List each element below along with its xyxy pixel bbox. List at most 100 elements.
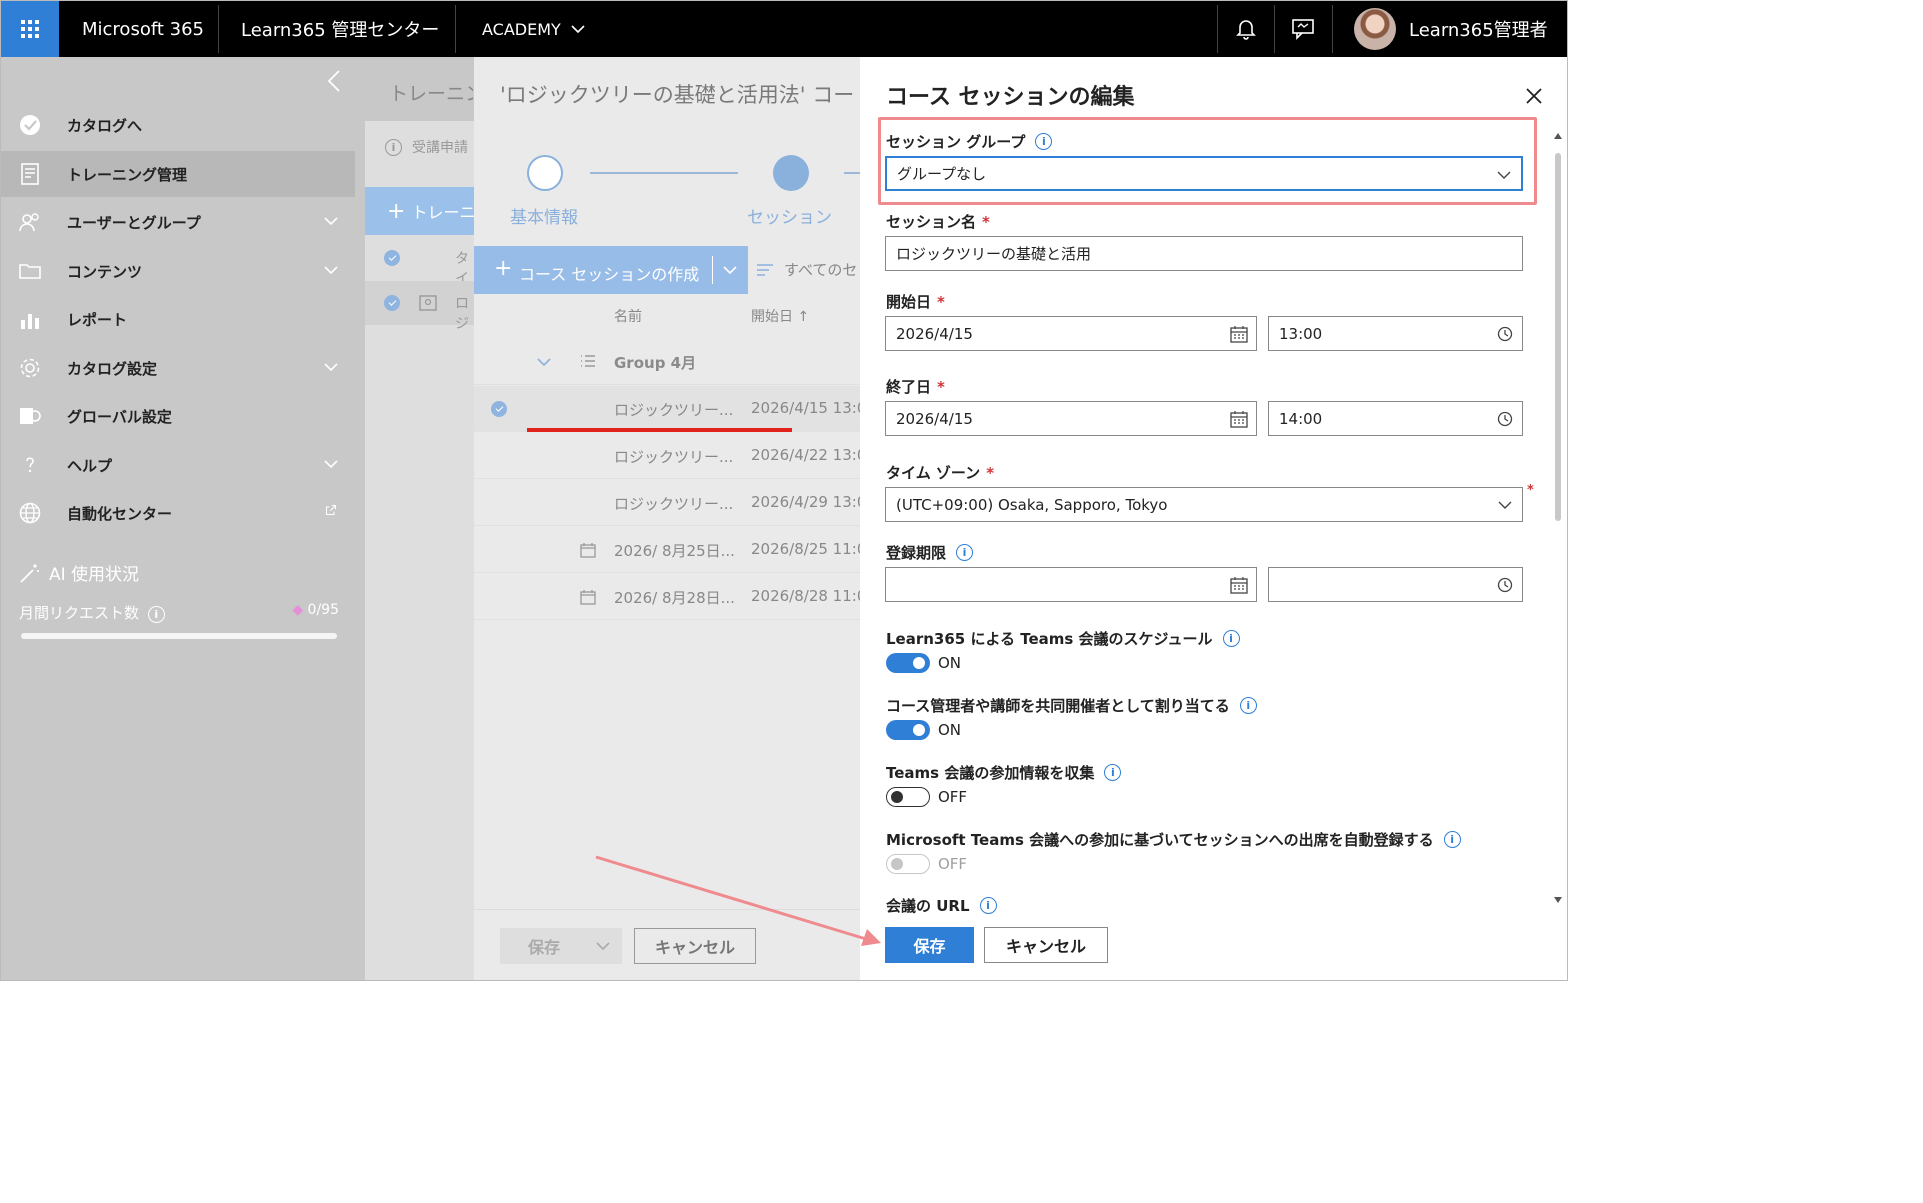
sidebar-item-help[interactable]: ヘルプ [1, 442, 355, 488]
sidebar-item-automation[interactable]: 自動化センター [1, 490, 355, 536]
tenant-name: ACADEMY [482, 19, 561, 39]
view-filter[interactable]: すべてのセ [756, 259, 858, 280]
sidebar-item-training[interactable]: トレーニング管理 [1, 151, 355, 197]
info-icon[interactable]: i [1443, 831, 1461, 848]
clock-icon[interactable] [1496, 576, 1514, 594]
chevron-down-icon[interactable] [596, 941, 610, 951]
divider [218, 5, 219, 53]
row-title: ロジ [455, 296, 469, 332]
table-row[interactable]: ロジックツリー... 2026/4/15 13:00 [474, 386, 876, 432]
wizard-cancel-button[interactable]: キャンセル [634, 928, 756, 964]
table-row[interactable]: ロジ [365, 281, 474, 332]
feedback-icon [1292, 19, 1314, 40]
required-mark: * [937, 292, 945, 311]
group-list-icon [581, 355, 595, 367]
session-start: 2026/8/28 11:00 [751, 587, 876, 605]
info-icon[interactable]: i [1239, 697, 1257, 714]
teams-schedule-toggle[interactable] [886, 653, 930, 673]
row-checkbox[interactable] [491, 401, 507, 417]
column-header-start[interactable]: 開始日 ↑ [751, 306, 809, 326]
step-connector [844, 172, 860, 174]
cancel-button[interactable]: キャンセル [984, 927, 1108, 963]
timezone-value: (UTC+09:00) Osaka, Sapporo, Tokyo [896, 495, 1168, 514]
app-launcher-icon[interactable] [1, 1, 59, 57]
chevron-down-icon [1498, 501, 1512, 509]
session-name: ロジックツリー... [614, 401, 734, 419]
meeting-url-label-text: 会議の URL [886, 897, 970, 915]
gem-icon: ◆ [292, 602, 304, 618]
table-row[interactable]: 2026/ 8月28日... 2026/8/28 11:00 [474, 574, 876, 620]
sidebar-item-users[interactable]: ユーザーとグループ [1, 199, 355, 245]
chevron-down-icon[interactable] [723, 265, 737, 275]
toggle-knob [891, 857, 903, 870]
timezone-select[interactable]: (UTC+09:00) Osaka, Sapporo, Tokyo [885, 487, 1523, 522]
session-name-input[interactable]: ロジックツリーの基礎と活用 [885, 236, 1523, 271]
calendar-icon[interactable] [1230, 576, 1248, 594]
info-icon[interactable]: i [1035, 133, 1053, 150]
chevron-down-icon [324, 266, 338, 275]
info-icon[interactable]: i [1222, 630, 1240, 647]
session-name: 2026/ 8月28日... [614, 589, 735, 607]
start-date-input[interactable]: 2026/4/15 [885, 316, 1257, 351]
chevron-down-icon[interactable] [536, 356, 552, 368]
app-title[interactable]: Learn365 管理センター [241, 1, 439, 57]
clock-icon[interactable] [1496, 325, 1514, 343]
classroom-icon [419, 295, 437, 311]
sidebar-item-label: カタログ設定 [67, 359, 158, 378]
step-session-label[interactable]: セッション [747, 203, 832, 228]
panel-scrollbar[interactable] [1552, 129, 1564, 909]
notifications-button[interactable] [1218, 1, 1274, 57]
collapse-sidebar-icon[interactable] [325, 69, 343, 93]
toggle-label-text: Microsoft Teams 会議への参加に基づいてセッションへの出席を自動登… [886, 831, 1434, 849]
calendar-icon[interactable] [1230, 410, 1248, 428]
info-icon[interactable]: i [1104, 764, 1122, 781]
sidebar-item-reports[interactable]: レポート [1, 296, 355, 342]
info-banner-text: 受講申請 [412, 140, 468, 156]
group-row[interactable]: Group 4月 [474, 339, 860, 385]
session-group-select[interactable]: グループなし [885, 156, 1523, 191]
avatar[interactable] [1354, 8, 1396, 50]
step-session-indicator[interactable] [773, 155, 809, 191]
calendar-icon[interactable] [1230, 325, 1248, 343]
info-icon[interactable]: i [147, 606, 165, 623]
step-basic-info-label[interactable]: 基本情報 [510, 203, 578, 228]
table-row[interactable]: ロジックツリー... 2026/4/22 13:00 [474, 433, 876, 479]
sidebar-item-catalog-settings[interactable]: カタログ設定 [1, 345, 355, 391]
table-row[interactable]: ロジックツリー... 2026/4/29 13:00 [474, 480, 876, 526]
save-button[interactable]: 保存 [885, 927, 974, 963]
add-training-button[interactable]: + トレーニ [365, 187, 474, 235]
wizard-save-button[interactable]: 保存 [500, 928, 622, 964]
start-time-input[interactable]: 13:00 [1268, 316, 1523, 351]
attendance-info-toggle[interactable] [886, 787, 930, 807]
sidebar-item-label: グローバル設定 [67, 407, 172, 426]
sidebar-item-content[interactable]: コンテンツ [1, 248, 355, 294]
close-icon[interactable] [1523, 85, 1545, 107]
column-header-name[interactable]: 名前 [614, 306, 642, 326]
clock-icon[interactable] [1496, 410, 1514, 428]
create-session-button[interactable]: + コース セッションの作成 [474, 246, 748, 294]
feedback-button[interactable] [1275, 1, 1331, 57]
info-icon[interactable]: i [979, 897, 997, 914]
user-name[interactable]: Learn365管理者 [1409, 1, 1548, 57]
end-date-input[interactable]: 2026/4/15 [885, 401, 1257, 436]
sidebar-item-label: 自動化センター [67, 504, 173, 523]
requests-count: ◆ 0/95 [292, 602, 339, 618]
sidebar-item-global-settings[interactable]: グローバル設定 [1, 393, 355, 439]
sidebar-item-catalog[interactable]: カタログへ [1, 102, 355, 148]
product-name[interactable]: Microsoft 365 [82, 1, 204, 57]
table-row[interactable]: 2026/ 8月25日... 2026/8/25 11:00 [474, 527, 876, 573]
info-icon[interactable]: i [956, 544, 974, 561]
requests-label: 月間リクエスト数 [19, 604, 140, 622]
end-time-input[interactable]: 14:00 [1268, 401, 1523, 436]
meeting-url-label: 会議の URL i [886, 895, 997, 916]
start-date-label: 開始日 * [886, 291, 945, 312]
step-basic-info-indicator[interactable] [527, 155, 563, 191]
co-organizer-toggle[interactable] [886, 720, 930, 740]
view-filter-label: すべてのセ [784, 261, 858, 279]
registration-time-input[interactable] [1268, 567, 1523, 602]
tenant-switcher[interactable]: ACADEMY [482, 1, 585, 57]
auto-attendance-toggle[interactable] [886, 854, 930, 874]
row-checkbox[interactable] [384, 295, 400, 311]
registration-date-input[interactable] [885, 567, 1257, 602]
select-all-checkbox[interactable] [384, 250, 400, 266]
